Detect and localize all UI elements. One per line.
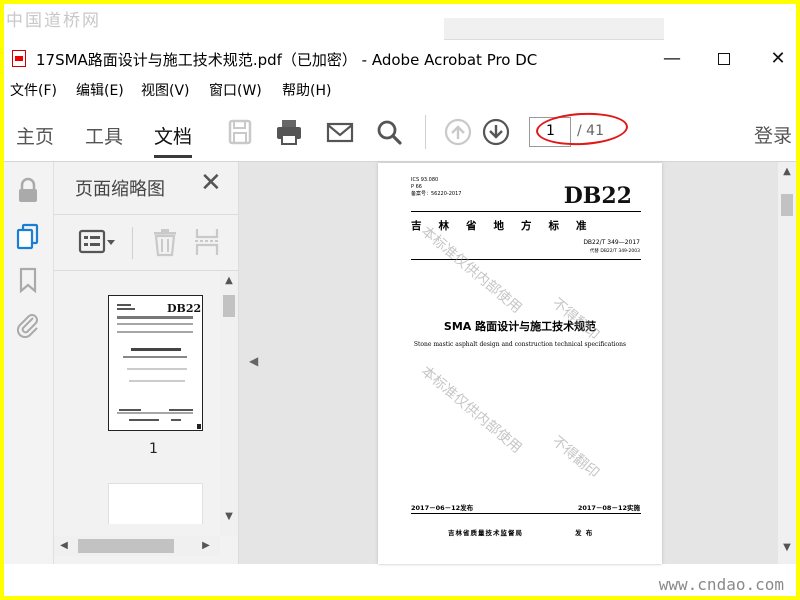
- title-bar: 17SMA路面设计与施工技术规范.pdf（已加密） - Adobe Acroba…: [4, 40, 796, 76]
- page-issue: 发 布: [575, 529, 594, 537]
- menu-file[interactable]: 文件(F): [10, 80, 57, 100]
- close-panel-icon[interactable]: ✕: [200, 168, 222, 198]
- left-navigation-bar: [4, 162, 54, 564]
- next-page-icon[interactable]: [481, 117, 511, 147]
- close-button[interactable]: ✕: [760, 46, 796, 72]
- delete-page-icon[interactable]: [151, 227, 179, 257]
- page-db-code: DB22: [563, 183, 632, 209]
- insert-page-icon[interactable]: [193, 227, 221, 257]
- thumbnail-panel: 页面缩略图 ✕ DB22 1 ▲ ▼ ◀ ▶: [54, 162, 239, 564]
- document-page: ICS 93.080 P 66 备案号：56220-2017 DB22 吉林省地…: [378, 163, 662, 564]
- login-button[interactable]: 登录: [754, 121, 792, 148]
- viewer-vertical-scrollbar[interactable]: ▲ ▼: [778, 162, 796, 564]
- page-watermark-4: 不得翻印: [548, 433, 602, 482]
- page-record-number: 备案号：56220-2017: [411, 191, 462, 197]
- thumbnail-page-preview: DB22: [117, 302, 202, 429]
- menu-window[interactable]: 窗口(W): [209, 80, 262, 100]
- previous-page-icon[interactable]: [443, 117, 473, 147]
- page-implement-date: 2017－08－12实施: [577, 504, 640, 512]
- viewer-scroll-thumb[interactable]: [781, 194, 793, 216]
- page-publish-date: 2017－06－12发布: [411, 504, 474, 512]
- lock-icon[interactable]: [14, 176, 42, 204]
- maximize-icon: [718, 53, 730, 65]
- print-icon[interactable]: [274, 117, 304, 147]
- svg-text:DB22: DB22: [167, 302, 201, 315]
- page-issuer: 吉林省质量技术监督局: [448, 529, 523, 537]
- minimize-button[interactable]: —: [654, 46, 690, 72]
- scroll-left-icon[interactable]: ◀: [58, 538, 70, 554]
- page-title-cn: SMA 路面设计与施工技术规范: [443, 320, 597, 333]
- page-thumbnails-icon[interactable]: [14, 222, 42, 250]
- page-thumbnail-1[interactable]: DB22: [108, 295, 203, 431]
- page-title-en: Stone mastic asphalt design and construc…: [413, 341, 627, 348]
- menu-view[interactable]: 视图(V): [141, 80, 190, 100]
- page-rule-bottom: [411, 513, 641, 514]
- main-toolbar: 主页 工具 文档 1 / 41 登录: [4, 102, 796, 162]
- document-viewer[interactable]: ICS 93.080 P 66 备案号：56220-2017 DB22 吉林省地…: [239, 162, 796, 564]
- viewer-scroll-up-icon[interactable]: ▲: [778, 164, 796, 180]
- menu-bar: 文件(F) 编辑(E) 视图(V) 窗口(W) 帮助(H): [4, 78, 796, 102]
- page-category: P 66: [411, 184, 422, 190]
- pdf-file-icon: [12, 50, 26, 67]
- collapse-panel-icon[interactable]: ◀: [249, 354, 258, 368]
- save-icon[interactable]: [225, 117, 255, 147]
- maximize-button[interactable]: [706, 46, 742, 72]
- page-watermark-1: 本标准仅供内部使用: [417, 223, 525, 317]
- window-title: 17SMA路面设计与施工技术规范.pdf（已加密） - Adobe Acroba…: [36, 51, 538, 69]
- page-thumbnail-2[interactable]: [108, 483, 203, 524]
- tab-tools[interactable]: 工具: [85, 122, 123, 149]
- thumbnail-vertical-scrollbar[interactable]: ▲ ▼: [220, 271, 238, 536]
- menu-edit[interactable]: 编辑(E): [76, 80, 124, 100]
- thumbnail-scroll-thumb[interactable]: [223, 295, 235, 317]
- email-icon[interactable]: [325, 117, 355, 147]
- page-rule-top: [411, 211, 641, 212]
- page-standard-code: DB22/T 349—2017: [583, 239, 640, 246]
- thumbnail-list: DB22 1: [54, 271, 219, 524]
- thumbnail-page-number: 1: [149, 441, 158, 457]
- background-window-strip: [444, 18, 664, 40]
- scroll-right-icon[interactable]: ▶: [200, 538, 212, 554]
- page-ics: ICS 93.080: [411, 177, 439, 183]
- tab-document[interactable]: 文档: [154, 122, 193, 158]
- scroll-down-icon[interactable]: ▼: [220, 509, 238, 525]
- site-url-watermark: www.cndao.com: [658, 575, 784, 594]
- site-watermark: 中国道桥网: [6, 11, 101, 31]
- thumbnail-panel-title: 页面缩略图: [75, 179, 165, 200]
- search-icon[interactable]: [374, 117, 404, 147]
- scroll-up-icon[interactable]: ▲: [220, 273, 238, 289]
- page-replaces: 代替 DB22/T 349-2003: [589, 249, 640, 254]
- thumbnail-horizontal-scrollbar[interactable]: ◀ ▶: [54, 536, 220, 556]
- toolbar-separator: [425, 115, 426, 149]
- thumbnail-toolbar: [54, 214, 239, 271]
- screen: 中国道桥网 17SMA路面设计与施工技术规范.pdf（已加密） - Adobe …: [4, 4, 796, 596]
- menu-help[interactable]: 帮助(H): [282, 80, 331, 100]
- tab-home[interactable]: 主页: [16, 122, 54, 149]
- bookmark-icon[interactable]: [14, 266, 42, 294]
- thumbnail-toolbar-separator: [132, 227, 133, 259]
- thumbnail-options-icon[interactable]: [78, 228, 118, 256]
- attachment-icon[interactable]: [14, 310, 42, 338]
- thumbnail-hscroll-thumb[interactable]: [78, 539, 174, 553]
- viewer-scroll-down-icon[interactable]: ▼: [778, 540, 796, 556]
- page-watermark-3: 本标准仅供内部使用: [417, 363, 525, 457]
